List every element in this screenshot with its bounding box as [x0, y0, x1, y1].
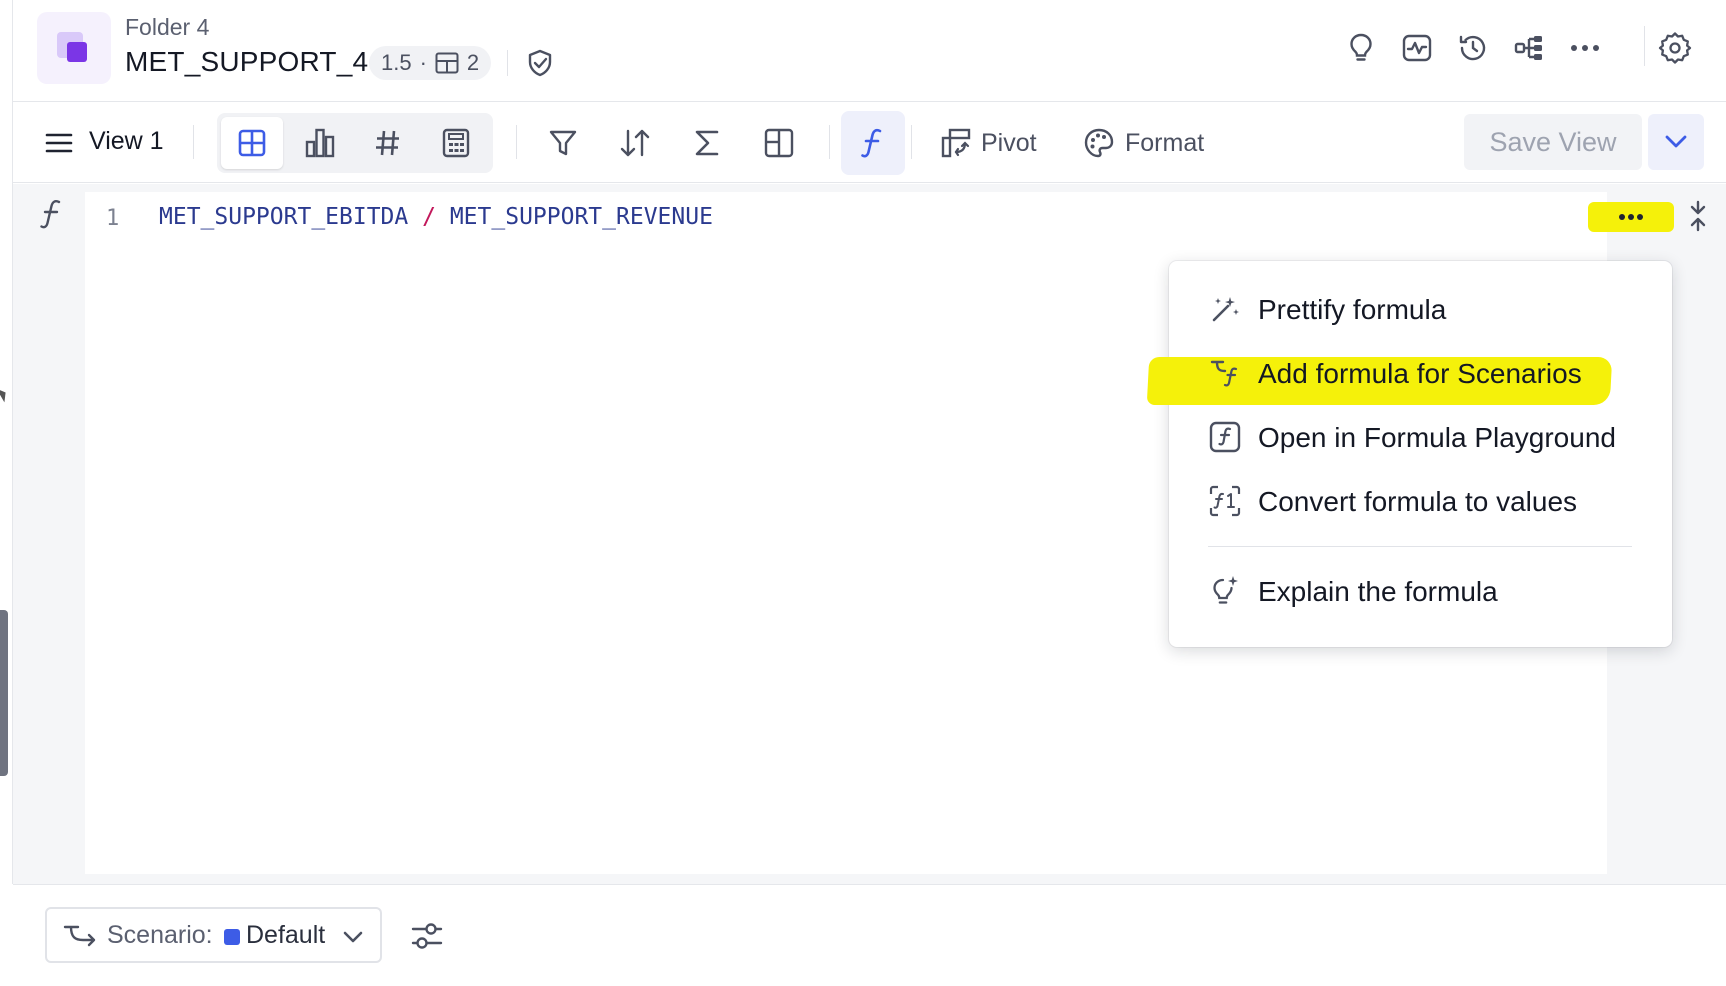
bar-chart-icon: [305, 128, 335, 158]
menu-item-label: Open in Formula Playground: [1258, 422, 1616, 453]
version-separator: ·: [419, 50, 427, 75]
adjust-sliders-icon[interactable]: [411, 921, 443, 956]
menu-item-add-formula-for-scenarios[interactable]: Add formula for Scenarios: [1169, 345, 1672, 401]
shield-check-icon[interactable]: [525, 48, 555, 83]
sigma-sum-icon[interactable]: [689, 125, 725, 161]
lightbulb-sparkle-icon: [1209, 575, 1241, 607]
version-number: 1.5: [381, 50, 412, 75]
menu-item-open-in-formula-playground[interactable]: Open in Formula Playground: [1169, 409, 1672, 465]
chart-view-button[interactable]: [289, 117, 351, 169]
view-name[interactable]: View 1: [89, 127, 164, 156]
save-view-dropdown-button[interactable]: [1648, 114, 1704, 170]
header-divider: [507, 50, 508, 76]
layout-panels-icon[interactable]: [761, 125, 797, 161]
save-view-button[interactable]: Save View: [1464, 114, 1642, 170]
pivot-label: Pivot: [981, 128, 1037, 157]
more-options-icon[interactable]: [1567, 30, 1603, 66]
calculator-icon: [442, 128, 470, 158]
app-icon-front-square: [67, 42, 87, 62]
footer-bar: Scenario: Default: [13, 884, 1726, 986]
formula-operator: /: [422, 204, 436, 230]
sort-icon[interactable]: [617, 125, 653, 161]
magic-wand-icon: [1209, 293, 1241, 325]
function-icon: [40, 198, 64, 235]
scenario-label: Scenario:: [107, 921, 213, 949]
more-options-icon: [1619, 214, 1643, 220]
pivot-button[interactable]: Pivot: [941, 117, 1037, 169]
view-toolbar: View 1 Pivot Format Save View: [13, 103, 1726, 183]
lightbulb-icon[interactable]: [1343, 30, 1379, 66]
formula-code[interactable]: MET_SUPPORT_EBITDA / MET_SUPPORT_REVENUE: [159, 204, 713, 230]
calculator-view-button[interactable]: [425, 117, 487, 169]
left-scroll-handle[interactable]: [0, 610, 8, 776]
chevron-down-icon: [343, 931, 363, 943]
convert-values-icon: [1209, 485, 1241, 517]
menu-item-label: Prettify formula: [1258, 294, 1447, 325]
history-icon[interactable]: [1455, 30, 1491, 66]
scenario-formula-icon: [1209, 357, 1241, 389]
formula-bar-toggle-button[interactable]: [841, 111, 905, 175]
number-view-button[interactable]: [357, 117, 419, 169]
sheet-count: 2: [466, 50, 480, 75]
function-icon: [861, 128, 882, 158]
filter-icon[interactable]: [545, 125, 581, 161]
page-title[interactable]: MET_SUPPORT_4: [125, 46, 368, 78]
view-type-switcher: [217, 113, 493, 173]
scenario-selector[interactable]: Scenario: Default: [45, 907, 382, 963]
formula-options-menu: Prettify formula Add formula for Scenari…: [1146, 261, 1672, 647]
version-pill[interactable]: 1.5 · 2: [369, 46, 492, 80]
grid-icon: [238, 129, 266, 157]
formula-playground-icon: [1209, 421, 1241, 453]
menu-item-explain-the-formula[interactable]: Explain the formula: [1169, 563, 1672, 619]
chevron-down-icon: [1665, 135, 1687, 148]
lineage-tree-icon[interactable]: [1511, 30, 1547, 66]
line-number: 1: [106, 206, 120, 231]
menu-divider: [1208, 546, 1632, 547]
formula-ref-ebitda: MET_SUPPORT_EBITDA: [159, 204, 409, 230]
formula-more-options-button[interactable]: [1588, 202, 1674, 232]
sheet-icon: [435, 52, 459, 74]
pivot-icon: [941, 128, 971, 158]
format-label: Format: [1125, 128, 1205, 157]
scenario-branch-icon: [63, 925, 96, 947]
menu-item-prettify-formula[interactable]: Prettify formula: [1169, 281, 1672, 337]
app-icon[interactable]: [37, 12, 111, 84]
collapse-panel-icon[interactable]: [1686, 200, 1710, 237]
menu-item-label: Add formula for Scenarios: [1258, 358, 1582, 389]
menu-item-label: Explain the formula: [1258, 576, 1498, 607]
toolbar-divider: [829, 125, 830, 159]
menu-item-label: Convert formula to values: [1258, 486, 1578, 517]
format-button[interactable]: Format: [1083, 117, 1204, 169]
header-right-divider: [1644, 26, 1645, 66]
scenario-value: Default: [246, 921, 326, 949]
menu-item-convert-formula-to-values[interactable]: Convert formula to values: [1169, 473, 1672, 529]
hamburger-menu-icon[interactable]: [43, 127, 75, 159]
edge-caret-icon: [0, 385, 10, 403]
toolbar-divider: [911, 125, 912, 159]
palette-icon: [1084, 128, 1114, 158]
toolbar-divider: [516, 125, 517, 159]
formula-ref-revenue: MET_SUPPORT_REVENUE: [449, 204, 713, 230]
scenario-color-swatch: [224, 929, 240, 945]
header: Folder 4 MET_SUPPORT_4 1.5 · 2: [13, 0, 1726, 102]
toolbar-divider: [193, 125, 194, 159]
breadcrumb-folder[interactable]: Folder 4: [125, 14, 209, 41]
settings-gear-icon[interactable]: [1657, 30, 1693, 66]
hash-icon: [376, 130, 399, 156]
grid-view-button[interactable]: [221, 117, 283, 169]
activity-monitor-icon[interactable]: [1399, 30, 1435, 66]
